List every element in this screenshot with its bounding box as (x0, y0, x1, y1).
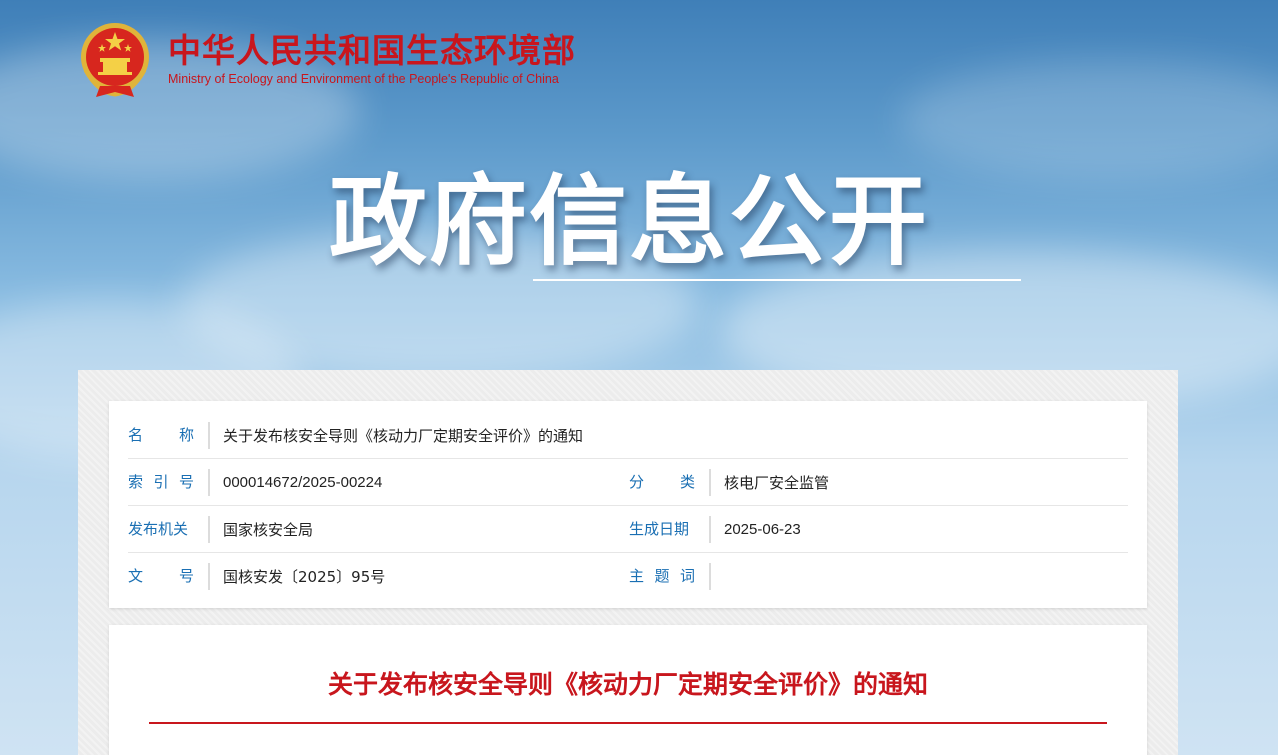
info-value-category: 核电厂安全监管 (724, 473, 830, 492)
info-label: 生成日期 (629, 515, 711, 543)
info-row-index: 索引号 000014672/2025-00224 分类 核电厂安全监管 (128, 459, 1128, 506)
info-value-index: 000014672/2025-00224 (223, 473, 383, 491)
site-name-cn: 中华人民共和国生态环境部 (168, 31, 576, 70)
info-label: 索引号 (128, 468, 210, 496)
national-emblem-icon (81, 23, 149, 97)
info-value-docno: 国核安发〔2025〕95号 (223, 568, 386, 586)
info-card: 名称 关于发布核安全导则《核动力厂定期安全评价》的通知 索引号 00001467… (109, 401, 1147, 608)
document-title: 关于发布核安全导则《核动力厂定期安全评价》的通知 (327, 670, 928, 699)
hero-underline (533, 279, 1021, 281)
info-row-name: 名称 关于发布核安全导则《核动力厂定期安全评价》的通知 (128, 412, 1128, 459)
page-hero-title: 政府信息公开 (328, 165, 929, 279)
info-label: 主题词 (629, 563, 711, 590)
info-value-date: 2025-06-23 (724, 520, 801, 538)
info-value-name: 关于发布核安全导则《核动力厂定期安全评价》的通知 (223, 426, 584, 445)
site-brand[interactable]: 中华人民共和国生态环境部 Ministry of Ecology and Env… (78, 20, 576, 98)
info-label: 文号 (128, 563, 210, 590)
info-row-docno: 文号 国核安发〔2025〕95号 主题词 (128, 553, 1128, 600)
title-divider (149, 722, 1107, 724)
info-label: 名称 (128, 421, 210, 449)
site-name-en: Ministry of Ecology and Environment of t… (168, 72, 559, 86)
info-value-issuer: 国家核安全局 (223, 520, 314, 539)
info-row-issuer: 发布机关 国家核安全局 生成日期 2025-06-23 (128, 506, 1128, 553)
document-card: 关于发布核安全导则《核动力厂定期安全评价》的通知 (109, 625, 1147, 755)
info-label: 分类 (629, 468, 711, 496)
info-label: 发布机关 (128, 515, 210, 543)
